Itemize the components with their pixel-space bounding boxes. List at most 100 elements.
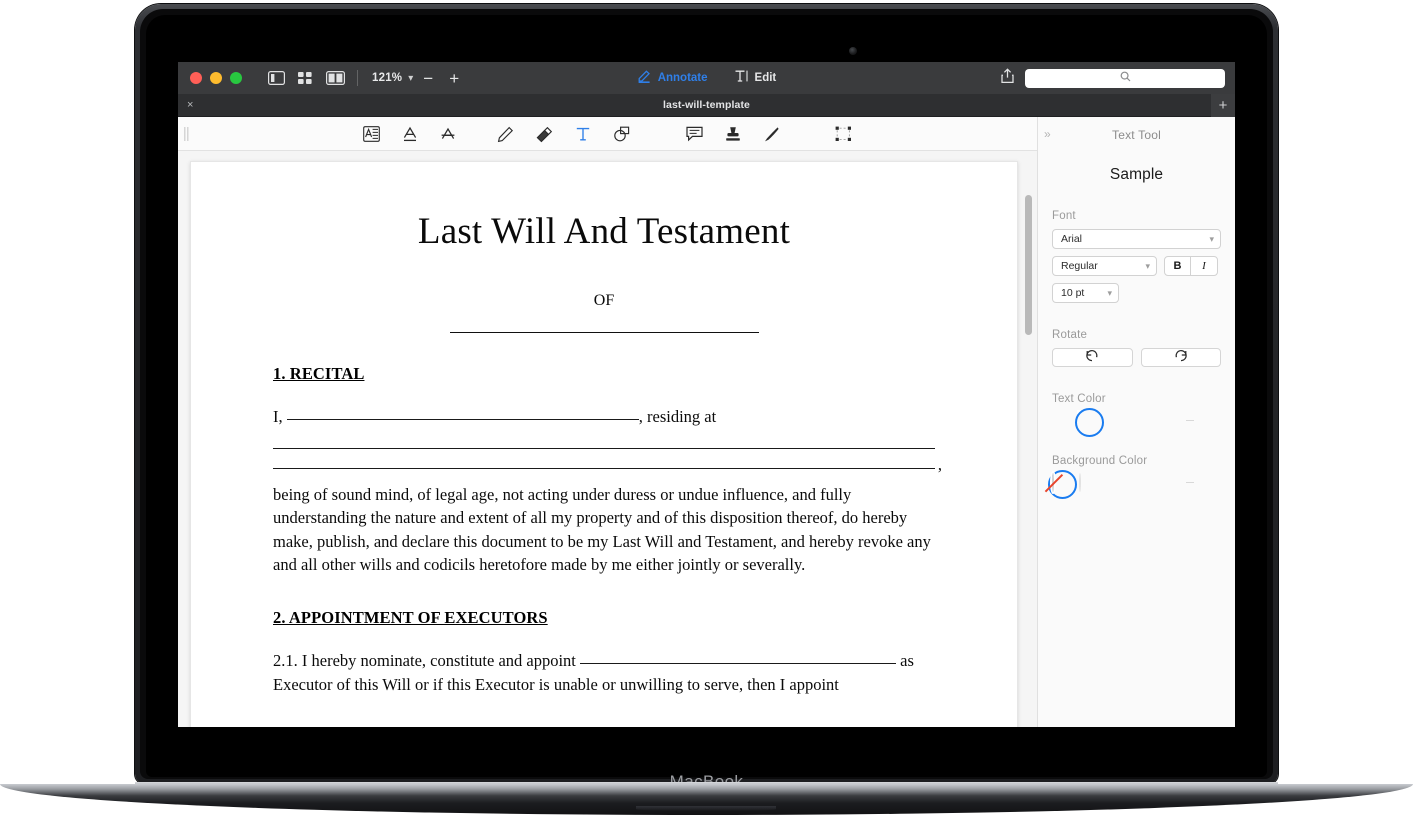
name-blank-field[interactable] [286,419,639,420]
titlebar-right-group [1000,62,1225,94]
eraser-icon[interactable] [536,126,553,143]
search-field[interactable] [1025,68,1225,88]
two-page-view-icon[interactable] [326,71,345,85]
rotate-right-button[interactable] [1140,348,1221,367]
strikethrough-a-icon[interactable] [440,126,456,142]
toolbar-divider [357,70,358,86]
background-color-light-blue[interactable] [1159,474,1175,491]
rotate-section-label: Rotate [1052,329,1088,341]
document-page: Last Will And Testament OF 1. RECITAL I,… [190,161,1018,727]
new-tab-button[interactable]: + [1211,94,1235,117]
text-select-icon[interactable] [363,126,380,142]
collapse-panel-icon[interactable]: » [1044,127,1051,141]
document-scrollbar[interactable] [1025,195,1032,335]
rotate-right-icon [1174,349,1188,367]
crop-select-icon[interactable] [835,126,852,142]
font-family-select[interactable]: Arial ▾ [1052,229,1221,249]
section-2-clause-1: 2.1. I hereby nominate, constitute and a… [273,649,935,696]
share-icon[interactable] [1000,67,1015,89]
zoom-level-value[interactable]: 121% [372,72,402,84]
tab-title[interactable]: last-will-template [178,99,1235,111]
rotate-buttons [1052,348,1221,367]
close-button[interactable] [190,72,202,84]
zoom-out-button[interactable]: − [417,70,439,87]
background-color-label: Background Color [1052,455,1148,467]
text-edit-icon [734,69,749,88]
annotate-mode-button[interactable]: Annotate [637,69,708,88]
address-blank-line-2[interactable] [273,455,942,475]
text-color-green[interactable] [1132,412,1148,429]
executor-blank-field[interactable] [580,662,897,664]
font-style-value: Regular [1061,260,1098,272]
panel-title: Text Tool [1112,128,1161,142]
clause-prefix: 2.1. I hereby nominate, constitute and a… [273,650,576,670]
document-canvas[interactable]: Last Will And Testament OF 1. RECITAL I,… [178,151,1037,727]
clause-line-2: Executor of this Will or if this Executo… [273,674,839,694]
zoom-in-button[interactable]: + [443,70,465,87]
font-size-value: 10 pt [1061,287,1085,299]
underline-a-icon[interactable] [402,126,418,142]
signature-pen-icon[interactable] [763,126,780,143]
background-color-none[interactable] [1048,470,1077,499]
italic-button[interactable]: I [1191,257,1217,275]
annotate-label: Annotate [657,72,708,84]
webcam-icon [849,47,857,55]
chevron-down-icon: ▾ [1107,287,1112,298]
clause-suffix: as [900,650,914,670]
traffic-lights [190,72,242,84]
text-tool-panel: » Text Tool Sample Font Arial ▾ Regular … [1037,117,1235,727]
background-color-swatches [1048,470,1221,499]
edit-mode-button[interactable]: Edit [734,69,777,88]
section-1-line-1: I, , residing at [273,405,935,429]
rotate-left-button[interactable] [1052,348,1133,367]
font-size-select[interactable]: 10 pt ▾ [1052,283,1119,303]
swatch-connector [1185,482,1195,483]
shapes-icon[interactable] [613,126,631,142]
sidebar-toggle-icon[interactable] [268,71,285,85]
text-color-custom-wheel[interactable] [1205,412,1221,429]
text-tool-icon[interactable] [575,126,591,142]
rotate-left-icon [1085,349,1099,367]
document-pane: Last Will And Testament OF 1. RECITAL I,… [178,117,1037,727]
chevron-down-icon: ▾ [1145,260,1150,271]
font-style-row: Regular ▾ B I [1052,256,1221,276]
bold-button[interactable]: B [1165,257,1191,275]
screenshot-root: MacBook [0,0,1413,815]
chevron-down-icon: ▾ [1209,233,1214,244]
zoom-button[interactable] [230,72,242,84]
background-color-white[interactable] [1078,473,1095,492]
search-icon [1120,69,1131,87]
background-color-gray[interactable] [1106,474,1122,491]
text-color-orange[interactable] [1159,412,1175,429]
text-color-swatches [1052,408,1221,437]
window-titlebar: 121% ▾ − + Annotate Edit [178,62,1235,94]
text-color-label: Text Color [1052,393,1106,405]
stamp-icon[interactable] [725,126,741,142]
section-1-heading: 1. RECITAL [273,364,365,383]
section-2-heading: 2. APPOINTMENT OF EXECUTORS [273,607,548,627]
font-preview-text: Sample [1109,166,1164,183]
text-color-blue[interactable] [1106,412,1122,429]
view-mode-buttons [268,71,345,85]
text-color-black[interactable] [1074,408,1104,437]
address-blank-line-1[interactable] [273,447,935,449]
tab-bar: × last-will-template + [178,94,1235,117]
font-section-label: Font [1052,210,1076,222]
name-blank-rule [449,332,759,333]
font-style-select[interactable]: Regular ▾ [1052,256,1157,276]
edit-label: Edit [754,72,777,84]
sticky-note-icon[interactable] [686,126,703,142]
zoom-control[interactable]: 121% ▾ − + [372,70,465,87]
thumbnails-grid-icon[interactable] [297,71,314,85]
pencil-icon[interactable] [497,126,514,143]
minimize-button[interactable] [210,72,222,84]
document-title: Last Will And Testament [417,211,791,252]
background-color-light-green[interactable] [1132,474,1148,491]
bold-italic-group: B I [1164,256,1218,276]
chevron-down-icon[interactable]: ▾ [408,73,413,84]
annotation-tool-group [178,117,1037,151]
text-color-red[interactable] [1052,412,1068,429]
main-body: Last Will And Testament OF 1. RECITAL I,… [178,117,1235,727]
recital-suffix: , residing at [638,407,717,426]
background-color-custom-wheel[interactable] [1205,474,1221,491]
